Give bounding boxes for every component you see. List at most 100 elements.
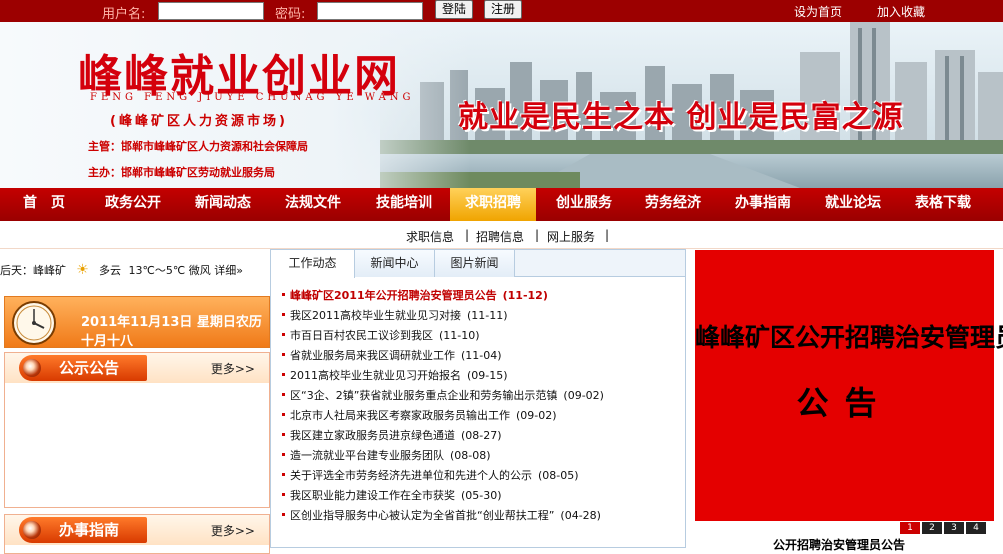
weather-detail-link[interactable]: 详细» <box>214 264 243 277</box>
news-item[interactable]: 市百日百村农民工议诊到我区 (11-10) <box>290 327 480 343</box>
news-title[interactable]: 我区建立家政服务员进京绿色通道 <box>290 429 455 442</box>
news-item[interactable]: 峰峰矿区2011年公开招聘治安管理员公告 (11-12) <box>290 287 548 303</box>
date-widget: 2011年11月13日 星期日农历 十月十八 <box>4 296 270 349</box>
news-date: (08-05) <box>538 469 579 482</box>
subnav-separator: | <box>605 228 610 242</box>
slide-page-button[interactable]: 3 <box>944 522 964 534</box>
tab-photo-news[interactable]: 图片新闻 <box>435 250 515 277</box>
slide-headline: 峰峰矿区公开招聘治安管理员 <box>695 323 1003 352</box>
set-home-link[interactable]: 设为首页 <box>794 3 842 20</box>
news-item[interactable]: 造一流就业平台建专业服务团队 (08-08) <box>290 447 491 463</box>
sub-nav: 求职信息 | 招聘信息 | 网上服务 | <box>0 221 1003 249</box>
news-item[interactable]: 我区职业能力建设工作在全市获奖 (05-30) <box>290 487 502 503</box>
news-date: (05-30) <box>461 489 502 502</box>
nav-job-recruitment[interactable]: 求职招聘 <box>450 188 536 221</box>
bullet-icon <box>282 453 285 456</box>
main-nav: 首 页 政务公开 新闻动态 法规文件 技能培训 求职招聘 创业服务 劳务经济 办… <box>0 188 1003 221</box>
news-title[interactable]: 我区2011高校毕业生就业见习对接 <box>290 309 461 322</box>
news-item[interactable]: 区“3企、2镇”获省就业服务重点企业和劳务输出示范镇 (09-02) <box>290 387 604 403</box>
notice-more-link[interactable]: 更多>> <box>211 360 255 377</box>
news-title[interactable]: 区创业指导服务中心被认定为全省首批“创业帮扶工程” <box>290 509 554 522</box>
weather-condition: 多云 <box>99 264 121 277</box>
news-item[interactable]: 我区建立家政服务员进京绿色通道 (08-27) <box>290 427 502 443</box>
bullet-icon <box>282 493 285 496</box>
slide-page-button[interactable]: 2 <box>922 522 942 534</box>
news-item[interactable]: 关于评选全市劳务经济先进单位和先进个人的公示 (08-05) <box>290 467 579 483</box>
notice-panel: 公示公告 更多>> <box>4 352 270 508</box>
nav-news[interactable]: 新闻动态 <box>178 188 268 221</box>
featured-slide[interactable]: 峰峰矿区公开招聘治安管理员 公告 <box>695 250 1003 521</box>
sponsor-line-2: 主办：邯郸市峰峰矿区劳动就业服务局 <box>88 166 275 179</box>
subnav-job-seeking[interactable]: 求职信息 <box>406 228 454 245</box>
news-title[interactable]: 2011高校毕业生就业见习开始报名 <box>290 369 461 382</box>
news-title[interactable]: 关于评选全市劳务经济先进单位和先进个人的公示 <box>290 469 532 482</box>
news-date: (08-27) <box>461 429 502 442</box>
site-subtitle: (峰峰矿区人力资源市场) <box>110 114 288 129</box>
news-title[interactable]: 省就业服务局来我区调研就业工作 <box>290 349 455 362</box>
weather-temperature: 13℃～5℃ 微风 <box>128 264 211 277</box>
sponsor-line-1: 主管：邯郸市峰峰矿区人力资源和社会保障局 <box>88 140 308 153</box>
banner-slogan: 就业是民生之本 创业是民富之源 <box>458 100 904 135</box>
notice-panel-header: 公示公告 更多>> <box>5 353 269 383</box>
tab-news-center[interactable]: 新闻中心 <box>355 250 435 277</box>
subnav-online-service[interactable]: 网上服务 <box>547 228 595 245</box>
nav-service-guide[interactable]: 办事指南 <box>718 188 808 221</box>
news-title[interactable]: 市百日百村农民工议诊到我区 <box>290 329 433 342</box>
news-title[interactable]: 我区职业能力建设工作在全市获奖 <box>290 489 455 502</box>
subnav-recruitment[interactable]: 招聘信息 <box>476 228 524 245</box>
lunar-date: 十月十八 <box>81 334 134 349</box>
header-banner: 峰峰就业创业网 FENG FENG JIUYE CHUNAG YE WANG (… <box>0 22 1003 188</box>
weather-location: 后天：峰峰矿 <box>0 264 66 277</box>
news-date: (09-15) <box>467 369 508 382</box>
bullet-icon <box>282 373 285 376</box>
nav-skills-training[interactable]: 技能培训 <box>358 188 450 221</box>
slide-caption[interactable]: 公开招聘治安管理员公告 <box>773 536 905 553</box>
news-item[interactable]: 北京市人社局来我区考察家政服务员输出工作 (09-02) <box>290 407 557 423</box>
bullet-icon <box>282 353 285 356</box>
nav-government-affairs[interactable]: 政务公开 <box>88 188 178 221</box>
add-favorite-link[interactable]: 加入收藏 <box>877 3 925 20</box>
bullet-icon <box>282 513 285 516</box>
password-input[interactable] <box>317 2 423 20</box>
news-item[interactable]: 省就业服务局来我区调研就业工作 (11-04) <box>290 347 502 363</box>
news-item[interactable]: 区创业指导服务中心被认定为全省首批“创业帮扶工程” (04-28) <box>290 507 601 523</box>
slide-page-button[interactable]: 4 <box>966 522 986 534</box>
site-title-pinyin: FENG FENG JIUYE CHUNAG YE WANG <box>90 92 415 103</box>
login-button[interactable]: 登陆 <box>435 0 474 19</box>
news-item[interactable]: 2011高校毕业生就业见习开始报名 (09-15) <box>290 367 508 383</box>
bullet-orb-icon <box>23 521 41 539</box>
slide-subheadline: 公告 <box>796 384 893 422</box>
username-label: 用户名: <box>102 7 146 22</box>
news-title[interactable]: 峰峰矿区2011年公开招聘治安管理员公告 <box>290 289 497 302</box>
nav-labor-economy[interactable]: 劳务经济 <box>628 188 718 221</box>
news-date: (11-11) <box>467 309 508 322</box>
subnav-separator: | <box>535 228 540 242</box>
weather-cloudy-icon: ☀ <box>76 262 89 278</box>
nav-form-download[interactable]: 表格下载 <box>898 188 988 221</box>
bullet-icon <box>282 433 285 436</box>
bullet-orb-icon <box>23 359 41 377</box>
guide-panel-header: 办事指南 更多>> <box>5 515 269 545</box>
news-date: (08-08) <box>450 449 491 462</box>
bullet-icon <box>282 413 285 416</box>
nav-startup-services[interactable]: 创业服务 <box>540 188 628 221</box>
news-title[interactable]: 北京市人社局来我区考察家政服务员输出工作 <box>290 409 510 422</box>
nav-forum[interactable]: 就业论坛 <box>808 188 898 221</box>
bullet-icon <box>282 333 285 336</box>
bullet-icon <box>282 293 285 296</box>
register-button[interactable]: 注册 <box>484 0 523 19</box>
news-item[interactable]: 我区2011高校毕业生就业见习对接 (11-11) <box>290 307 508 323</box>
nav-regulations[interactable]: 法规文件 <box>268 188 358 221</box>
news-tabs: 工作动态 新闻中心 图片新闻 <box>270 249 686 278</box>
slide-page-button[interactable]: 1 <box>900 522 920 534</box>
news-title[interactable]: 造一流就业平台建专业服务团队 <box>290 449 444 462</box>
bullet-icon <box>282 473 285 476</box>
clock-icon <box>12 301 56 345</box>
news-title[interactable]: 区“3企、2镇”获省就业服务重点企业和劳务输出示范镇 <box>290 389 557 402</box>
news-date: (09-02) <box>563 389 604 402</box>
tab-work-updates[interactable]: 工作动态 <box>271 250 355 278</box>
subnav-separator: | <box>465 228 470 242</box>
username-input[interactable] <box>158 2 264 20</box>
guide-more-link[interactable]: 更多>> <box>211 522 255 539</box>
nav-home[interactable]: 首 页 <box>0 188 88 221</box>
